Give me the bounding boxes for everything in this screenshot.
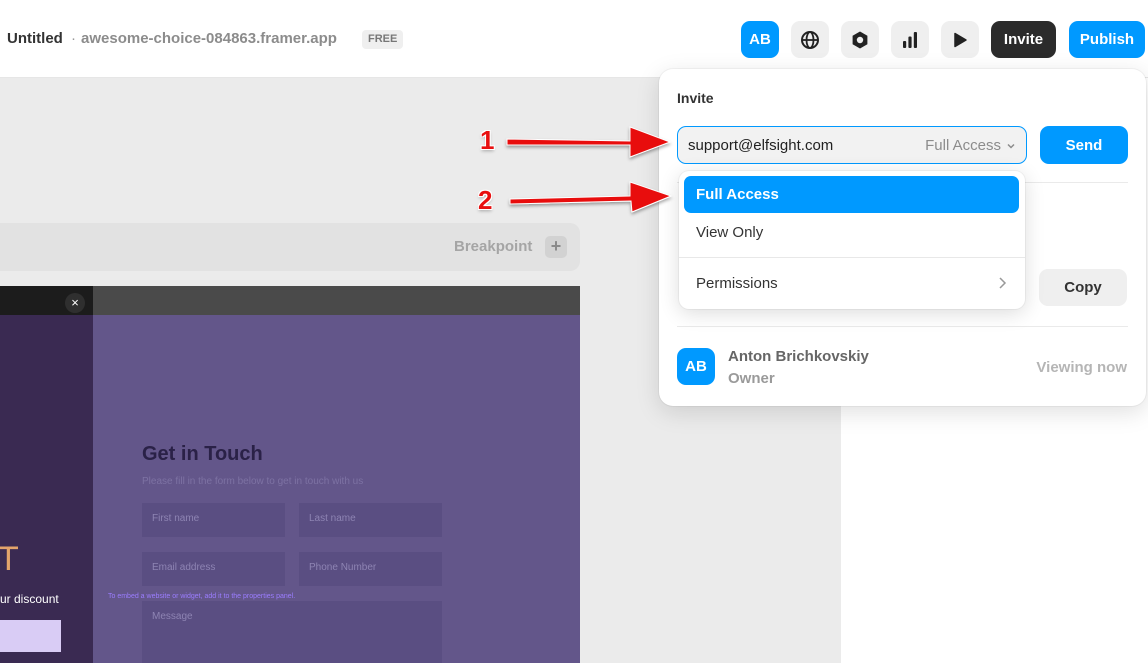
play-icon <box>954 32 967 47</box>
invite-button[interactable]: Invite <box>991 21 1056 58</box>
option-view-only[interactable]: View Only <box>684 214 1019 251</box>
breakpoint-label: Breakpoint <box>454 238 533 255</box>
invite-email-field[interactable]: support@elfsight.com Full Access <box>677 126 1027 164</box>
annotation-step-2: 2 <box>478 185 493 215</box>
project-title[interactable]: Untitled <box>7 30 63 47</box>
embed-note: To embed a website or widget, add it to … <box>108 593 296 600</box>
globe-icon <box>801 30 819 49</box>
email-field[interactable]: Email address <box>142 552 285 586</box>
invite-heading: Invite <box>677 90 714 106</box>
popup-preview-panel[interactable] <box>0 315 93 663</box>
popup-heading-fragment: T <box>0 540 19 578</box>
close-icon[interactable]: × <box>65 293 85 313</box>
permissions-menu-item[interactable]: Permissions <box>684 265 1019 302</box>
user-avatar-button[interactable]: AB <box>741 21 779 58</box>
settings-button[interactable] <box>841 21 879 58</box>
discount-button[interactable] <box>0 620 61 652</box>
divider <box>677 326 1128 327</box>
analytics-button[interactable] <box>891 21 929 58</box>
site-domain[interactable]: awesome-choice-084863.framer.app <box>81 30 337 47</box>
analytics-icon <box>903 31 917 48</box>
discount-text: ur discount <box>0 592 59 606</box>
publish-button[interactable]: Publish <box>1069 21 1145 58</box>
last-name-field[interactable]: Last name <box>299 503 442 537</box>
owner-avatar: AB <box>677 348 715 385</box>
chevron-down-icon <box>1007 143 1015 149</box>
globe-button[interactable] <box>791 21 829 58</box>
preview-play-button[interactable] <box>941 21 979 58</box>
phone-field[interactable]: Phone Number <box>299 552 442 586</box>
top-toolbar: Untitled · awesome-choice-084863.framer.… <box>0 0 1148 78</box>
form-title: Get in Touch <box>142 443 263 465</box>
title-separator: · <box>71 30 76 47</box>
owner-name: Anton Brichkovskiy <box>728 348 869 365</box>
access-level-dropdown: Full Access View Only Permissions <box>679 171 1025 309</box>
form-subtitle: Please fill in the form below to get in … <box>142 476 364 487</box>
owner-role: Owner <box>728 370 775 387</box>
owner-status: Viewing now <box>1036 359 1127 376</box>
annotation-step-1: 1 <box>480 125 495 155</box>
message-field[interactable]: Message <box>142 601 442 663</box>
chevron-right-icon <box>999 277 1007 289</box>
first-name-field[interactable]: First name <box>142 503 285 537</box>
access-level-select[interactable]: Full Access <box>925 137 1016 154</box>
permissions-label: Permissions <box>696 275 778 292</box>
access-level-value: Full Access <box>925 137 1001 154</box>
option-full-access[interactable]: Full Access <box>684 176 1019 213</box>
invite-email-value: support@elfsight.com <box>688 137 834 154</box>
copy-link-button[interactable]: Copy <box>1039 269 1127 306</box>
settings-icon <box>852 31 868 48</box>
plan-badge: FREE <box>362 30 404 49</box>
divider <box>679 257 1025 258</box>
add-breakpoint-button[interactable]: + <box>545 236 567 258</box>
send-invite-button[interactable]: Send <box>1040 126 1128 164</box>
